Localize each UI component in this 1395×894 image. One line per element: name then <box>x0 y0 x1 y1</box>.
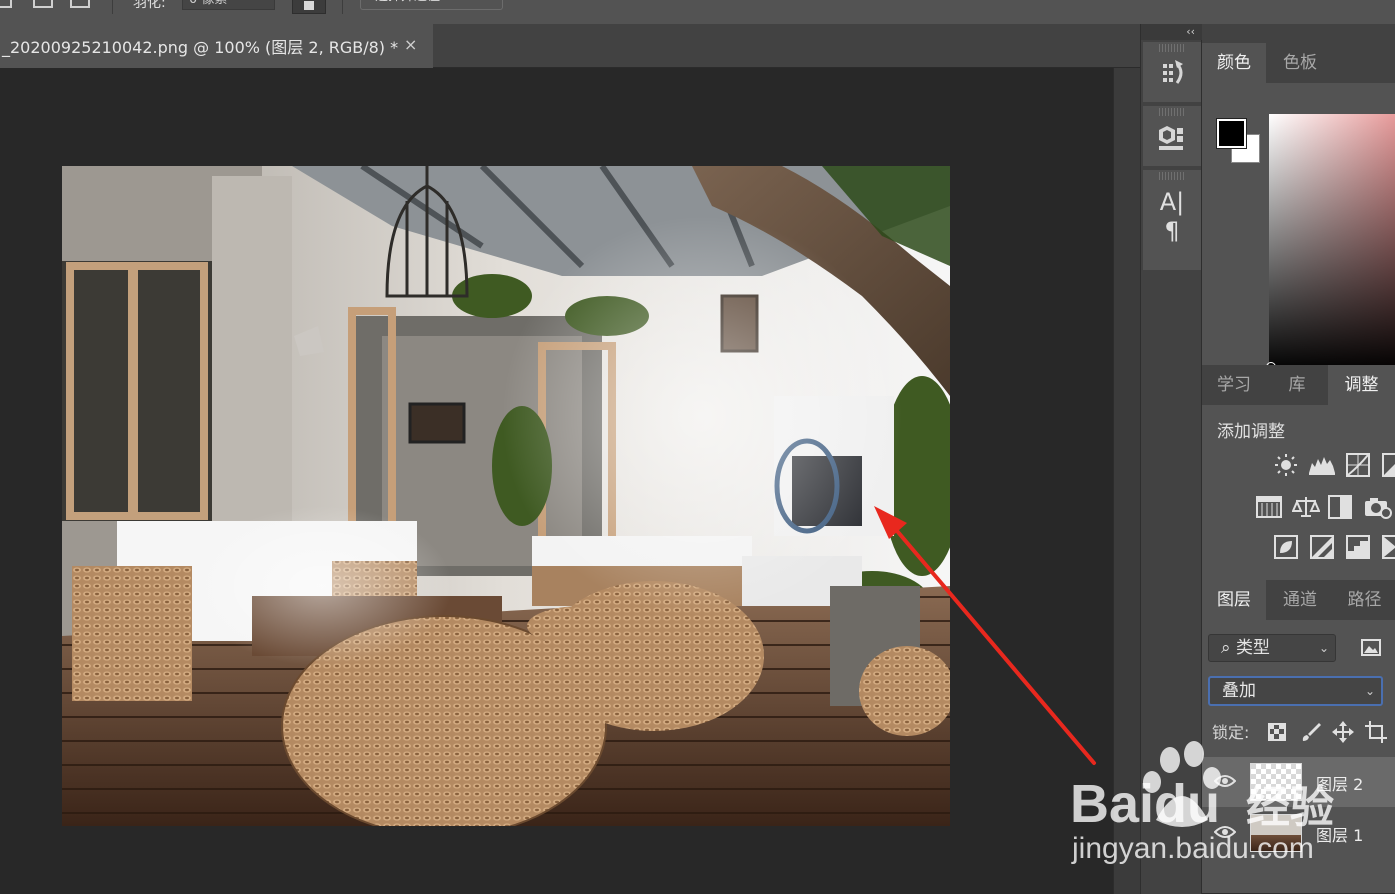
document-tab-bar: _20200925210042.png @ 100% (图层 2, RGB/8)… <box>0 24 1140 68</box>
chevron-down-icon: ⌄ <box>1318 641 1329 655</box>
tab-libraries[interactable]: 库 <box>1268 365 1326 405</box>
photo-filter-icon[interactable] <box>1364 495 1392 519</box>
curves-icon[interactable] <box>1346 453 1370 477</box>
document-tab-title: _20200925210042.png @ 100% (图层 2, RGB/8)… <box>2 38 399 57</box>
toolbar-divider <box>342 0 343 14</box>
history-icon[interactable] <box>1143 52 1201 88</box>
tab-paths[interactable]: 路径 <box>1334 580 1395 620</box>
tab-swatches[interactable]: 色板 <box>1268 43 1332 83</box>
color-panel-tabs: 颜色 色板 <box>1202 43 1395 83</box>
foreground-color-swatch[interactable] <box>1216 118 1247 149</box>
strip-group-3d <box>1143 106 1201 166</box>
new-selection-icon[interactable] <box>0 0 12 8</box>
document-workspace <box>0 68 1140 894</box>
close-icon[interactable]: × <box>404 35 417 54</box>
layer-row[interactable]: 图层 1 <box>1202 808 1395 858</box>
photoshop-window: 羽化: 0 像素 选择并遮住... _20200925210042.png @ … <box>0 0 1395 894</box>
tab-color[interactable]: 颜色 <box>1202 43 1266 83</box>
color-balance-icon[interactable] <box>1291 495 1321 519</box>
panel-grip[interactable] <box>1159 172 1185 180</box>
patio-scene-image <box>62 166 950 826</box>
layers-panel: 图层 通道 路径 ⌕ 类型 ⌄ 叠加 ⌄ 锁定: 图层 2 图层 1 <box>1202 580 1395 894</box>
adjustments-panel: 学习 库 调整 添加调整 <box>1202 365 1395 581</box>
adjustments-panel-tabs: 学习 库 调整 <box>1202 365 1395 405</box>
collapse-panels-button[interactable]: ‹‹ <box>1141 24 1203 40</box>
strip-group-type: A| ¶ <box>1143 170 1201 270</box>
paragraph-panel-icon[interactable]: ¶ <box>1143 216 1201 252</box>
subtract-selection-icon[interactable] <box>70 0 90 8</box>
filter-image-icon[interactable] <box>1360 638 1382 658</box>
lock-image-pixels-icon[interactable] <box>1300 721 1322 743</box>
color-panel: 颜色 色板 <box>1202 43 1395 385</box>
toolbar-divider <box>112 0 113 14</box>
feather-input[interactable]: 0 像素 <box>182 0 275 10</box>
layer-filter-value: 类型 <box>1235 638 1270 658</box>
search-icon: ⌕ <box>1221 638 1236 658</box>
invert-icon[interactable] <box>1274 535 1298 559</box>
blend-mode-value: 叠加 <box>1222 681 1256 701</box>
tab-adjustments[interactable]: 调整 <box>1328 365 1395 405</box>
3d-cube-icon[interactable] <box>1143 116 1201 152</box>
threshold-icon[interactable] <box>1346 535 1370 559</box>
lock-label: 锁定: <box>1212 723 1250 742</box>
canvas-image[interactable] <box>62 166 950 826</box>
collapsed-panel-strip: ‹‹ A| ¶ <box>1140 24 1203 894</box>
tab-learn[interactable]: 学习 <box>1202 365 1266 405</box>
right-panel-dock: 颜色 色板 学习 库 调整 添加调整 图层 通道 路径 ⌕ 类型 ⌄ 叠加 ⌄ … <box>1202 24 1395 894</box>
exposure-icon[interactable] <box>1382 453 1395 477</box>
eye-icon[interactable] <box>1213 824 1237 840</box>
pasteboard[interactable] <box>0 68 1113 894</box>
vibrance-icon[interactable] <box>1256 495 1282 519</box>
strip-group-history <box>1143 42 1201 102</box>
brightness-contrast-icon[interactable] <box>1274 453 1298 477</box>
lock-transparent-pixels-icon[interactable] <box>1266 721 1288 743</box>
levels-icon[interactable] <box>1308 453 1335 477</box>
vertical-scrollbar[interactable] <box>1113 68 1140 894</box>
layers-panel-tabs: 图层 通道 路径 <box>1202 580 1395 620</box>
blend-mode-select[interactable]: 叠加 ⌄ <box>1208 676 1383 706</box>
chevron-down-icon: ⌄ <box>1364 684 1375 698</box>
panel-grip[interactable] <box>1159 44 1185 52</box>
posterize-icon[interactable] <box>1310 535 1334 559</box>
panel-grip[interactable] <box>1159 108 1185 116</box>
select-and-mask-button[interactable]: 选择并遮住... <box>360 0 503 10</box>
layer-thumbnail-photo <box>1250 814 1302 852</box>
color-picker-field[interactable] <box>1269 114 1395 372</box>
options-bar: 羽化: 0 像素 选择并遮住... <box>0 0 1395 24</box>
layer-row[interactable]: 图层 2 <box>1202 757 1395 807</box>
character-panel-icon[interactable]: A| <box>1143 180 1201 216</box>
eye-icon[interactable] <box>1213 773 1237 789</box>
gradient-map-icon[interactable] <box>1382 535 1395 559</box>
layer-filter-select[interactable]: ⌕ 类型 ⌄ <box>1208 634 1336 662</box>
black-white-icon[interactable] <box>1328 495 1352 519</box>
lock-artboard-icon[interactable] <box>1365 721 1387 743</box>
lock-position-icon[interactable] <box>1332 721 1354 743</box>
layer-name: 图层 2 <box>1316 775 1364 794</box>
tab-layers[interactable]: 图层 <box>1202 580 1266 620</box>
add-adjustment-label: 添加调整 <box>1217 422 1285 442</box>
feather-label: 羽化: <box>133 0 166 11</box>
add-selection-icon[interactable] <box>33 0 53 8</box>
anti-alias-toggle[interactable] <box>292 0 326 14</box>
document-tab[interactable]: _20200925210042.png @ 100% (图层 2, RGB/8)… <box>0 24 433 68</box>
layer-thumbnail-transparent <box>1250 763 1302 801</box>
tab-channels[interactable]: 通道 <box>1268 580 1332 620</box>
layer-name: 图层 1 <box>1316 826 1364 845</box>
